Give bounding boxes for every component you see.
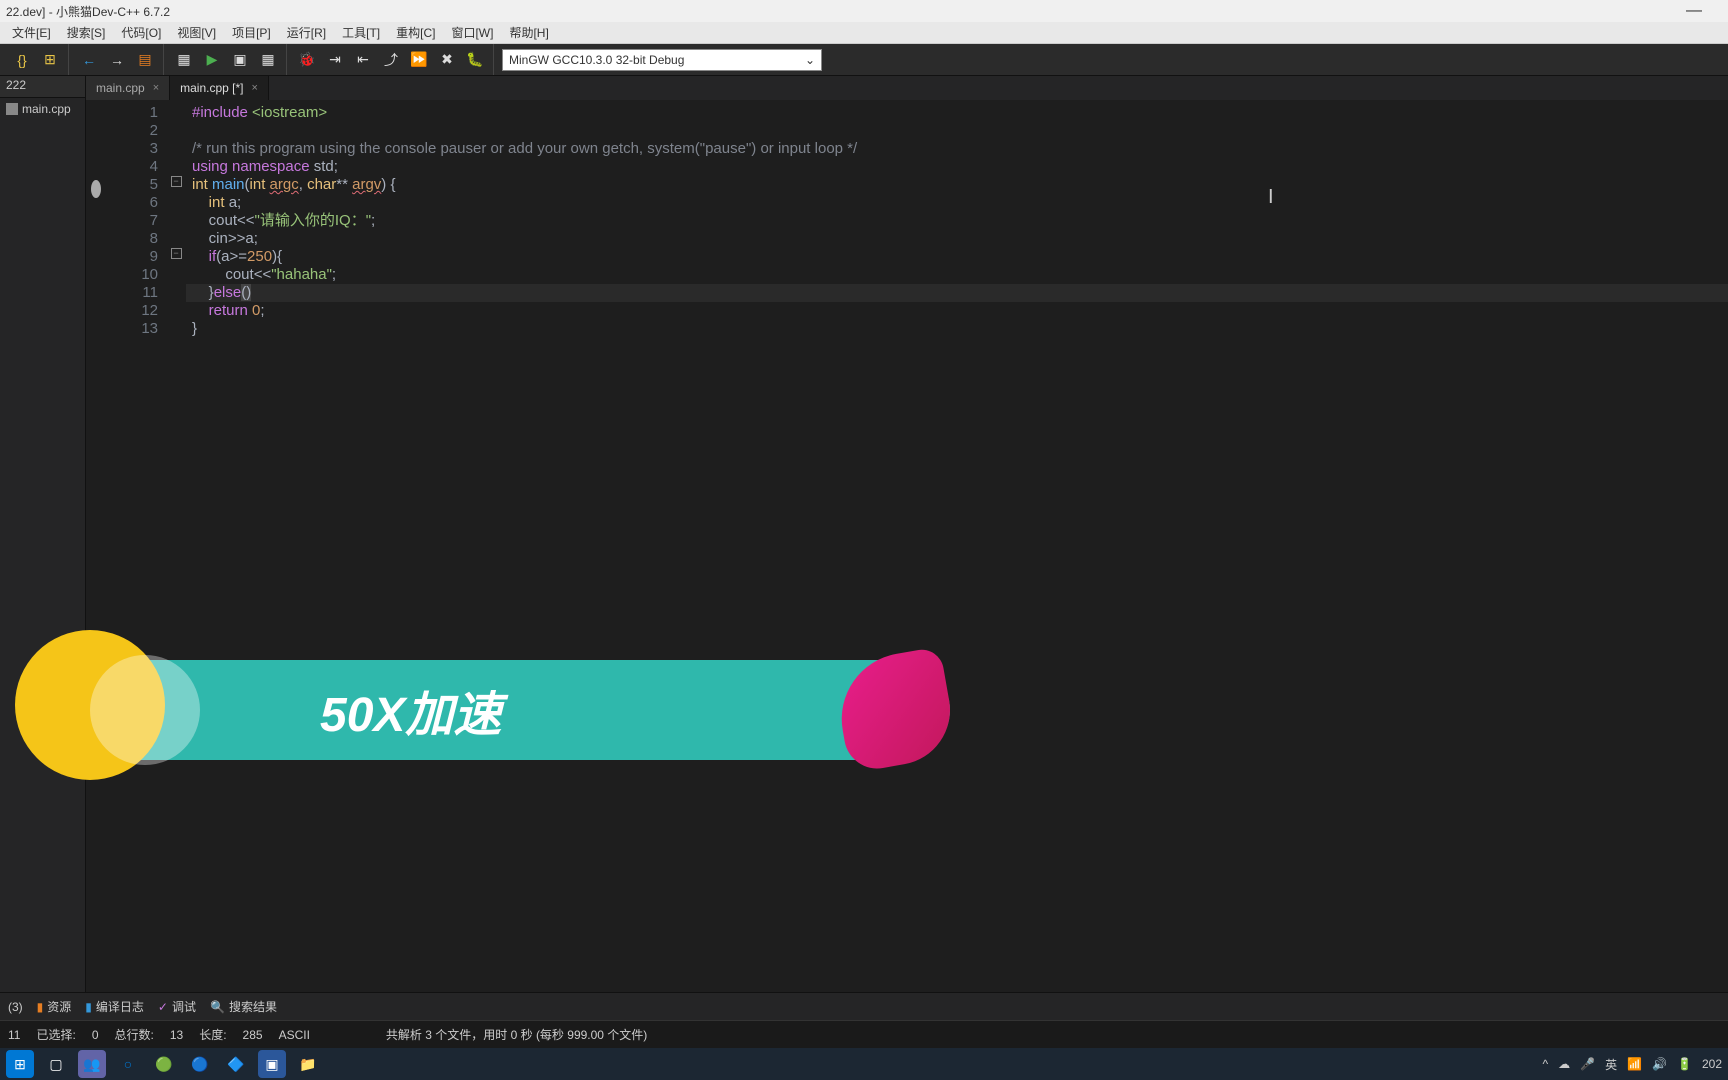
sidebar-file-label: main.cpp — [22, 102, 71, 116]
line-numbers: 12345678910111213 — [106, 100, 166, 992]
close-icon[interactable]: × — [252, 82, 258, 94]
fold-gutter[interactable]: −− — [166, 100, 186, 992]
status-len: 285 — [243, 1028, 263, 1042]
edge-icon[interactable]: 🔵 — [186, 1050, 214, 1078]
menu-view[interactable]: 视图[V] — [169, 24, 224, 41]
devcpp-icon[interactable]: ▣ — [258, 1050, 286, 1078]
tab-label: main.cpp — [96, 81, 145, 95]
status-rows: 13 — [170, 1028, 183, 1042]
chevron-down-icon: ⌄ — [805, 53, 815, 67]
issues-tab[interactable]: (3) — [8, 1000, 23, 1014]
menu-refactor[interactable]: 重构[C] — [388, 24, 443, 41]
fold-icon[interactable]: − — [171, 176, 182, 187]
stop-icon[interactable]: ✖ — [435, 48, 459, 72]
debug-icon[interactable]: 🐞 — [295, 48, 319, 72]
forward-icon[interactable]: → — [105, 48, 129, 72]
breakpoint-gutter[interactable] — [86, 100, 106, 992]
app2-icon[interactable]: 🔷 — [222, 1050, 250, 1078]
debug-tab[interactable]: ✓调试 — [158, 998, 196, 1015]
toolbar: {} ⊞ ← → ▤ ▦ ▶ ▣ ▦ 🐞 ⇥ ⇤ ⤴ ⏩ ✖ 🐛 MinGW G… — [0, 44, 1728, 76]
code-editor[interactable]: 12345678910111213 −− #include <iostream>… — [86, 100, 1728, 992]
search-results-tab[interactable]: 🔍搜索结果 — [210, 998, 277, 1015]
minimize-button[interactable]: — — [1686, 2, 1722, 20]
compiler-select[interactable]: MinGW GCC10.3.0 32-bit Debug ⌄ — [502, 49, 822, 71]
bug2-icon[interactable]: 🐛 — [463, 48, 487, 72]
breakpoint-icon[interactable] — [91, 180, 101, 198]
tray-volume-icon[interactable]: 🔊 — [1652, 1057, 1667, 1071]
sidebar: 222 main.cpp — [0, 76, 86, 992]
taskbar: ⊞ ▢ 👥 ○ 🟢 🔵 🔷 ▣ 📁 ^ ☁ 🎤 英 📶 🔊 🔋 202 — [0, 1048, 1728, 1080]
menu-help[interactable]: 帮助[H] — [501, 24, 556, 41]
status-parse: 共解析 3 个文件，用时 0 秒 (每秒 999.00 个文件) — [386, 1026, 647, 1043]
tray-chevron-icon[interactable]: ^ — [1543, 1057, 1549, 1071]
sidebar-file[interactable]: main.cpp — [0, 98, 85, 120]
tab-main[interactable]: main.cpp × — [86, 76, 170, 100]
title-bar: 22.dev] - 小熊猫Dev-C++ 6.7.2 — — [0, 0, 1728, 22]
rebuild-icon[interactable]: ▦ — [256, 48, 280, 72]
brackets2-icon[interactable]: ⊞ — [38, 48, 62, 72]
status-len-label: 长度: — [199, 1026, 226, 1043]
tray-time[interactable]: 202 — [1702, 1057, 1722, 1071]
text-cursor-icon: I — [1268, 186, 1270, 208]
compile-log-tab[interactable]: ▮编译日志 — [85, 998, 144, 1015]
menu-file[interactable]: 文件[E] — [4, 24, 59, 41]
menu-window[interactable]: 窗口[W] — [443, 24, 501, 41]
sidebar-tab[interactable]: 222 — [0, 76, 85, 98]
window-title: 22.dev] - 小熊猫Dev-C++ 6.7.2 — [6, 3, 170, 20]
close-icon[interactable]: × — [153, 82, 159, 94]
tab-main-modified[interactable]: main.cpp [*] × — [170, 76, 269, 100]
tray-wifi-icon[interactable]: 📶 — [1627, 1057, 1642, 1071]
file-icon — [6, 103, 18, 115]
bottom-panel: (3) ▮资源 ▮编译日志 ✓调试 🔍搜索结果 — [0, 992, 1728, 1020]
start-icon[interactable]: ⊞ — [6, 1050, 34, 1078]
run-icon[interactable]: ▶ — [200, 48, 224, 72]
compile-icon[interactable]: ▦ — [172, 48, 196, 72]
status-rows-label: 总行数: — [115, 1026, 154, 1043]
menu-code[interactable]: 代码[O] — [113, 24, 169, 41]
status-sel: 0 — [92, 1028, 99, 1042]
status-bar: 11 已选择: 0 总行数: 13 长度: 285 ASCII 共解析 3 个文… — [0, 1020, 1728, 1048]
status-enc: ASCII — [279, 1028, 310, 1042]
step-over-icon[interactable]: ⇥ — [323, 48, 347, 72]
menu-tools[interactable]: 工具[T] — [334, 24, 388, 41]
step-out-icon[interactable]: ⤴ — [379, 48, 403, 72]
menu-search[interactable]: 搜索[S] — [59, 24, 114, 41]
continue-icon[interactable]: ⏩ — [407, 48, 431, 72]
menu-bar: 文件[E] 搜索[S] 代码[O] 视图[V] 项目[P] 运行[R] 工具[T… — [0, 22, 1728, 44]
menu-run[interactable]: 运行[R] — [279, 24, 334, 41]
back-icon[interactable]: ← — [77, 48, 101, 72]
step-into-icon[interactable]: ⇤ — [351, 48, 375, 72]
tray-onedrive-icon[interactable]: ☁ — [1558, 1057, 1570, 1071]
tab-label: main.cpp [*] — [180, 81, 243, 95]
tray-ime[interactable]: 英 — [1605, 1056, 1617, 1073]
bookmark-icon[interactable]: ▤ — [133, 48, 157, 72]
status-sel-label: 已选择: — [36, 1026, 75, 1043]
brackets-icon[interactable]: {} — [10, 48, 34, 72]
cortana-icon[interactable]: ○ — [114, 1050, 142, 1078]
tray-mic-icon[interactable]: 🎤 — [1580, 1057, 1595, 1071]
chrome-icon[interactable]: 🟢 — [150, 1050, 178, 1078]
compile-run-icon[interactable]: ▣ — [228, 48, 252, 72]
tray-battery-icon[interactable]: 🔋 — [1677, 1057, 1692, 1071]
fold-icon[interactable]: − — [171, 248, 182, 259]
app1-icon[interactable]: 👥 — [78, 1050, 106, 1078]
taskview-icon[interactable]: ▢ — [42, 1050, 70, 1078]
editor-tabs: main.cpp × main.cpp [*] × — [86, 76, 1728, 100]
resources-tab[interactable]: ▮资源 — [37, 998, 72, 1015]
menu-project[interactable]: 项目[P] — [224, 24, 279, 41]
status-line: 11 — [8, 1028, 20, 1042]
explorer-icon[interactable]: 📁 — [294, 1050, 322, 1078]
code-lines[interactable]: #include <iostream> /* run this program … — [186, 100, 1728, 992]
compiler-label: MinGW GCC10.3.0 32-bit Debug — [509, 53, 684, 67]
system-tray: ^ ☁ 🎤 英 📶 🔊 🔋 202 — [1543, 1056, 1723, 1073]
